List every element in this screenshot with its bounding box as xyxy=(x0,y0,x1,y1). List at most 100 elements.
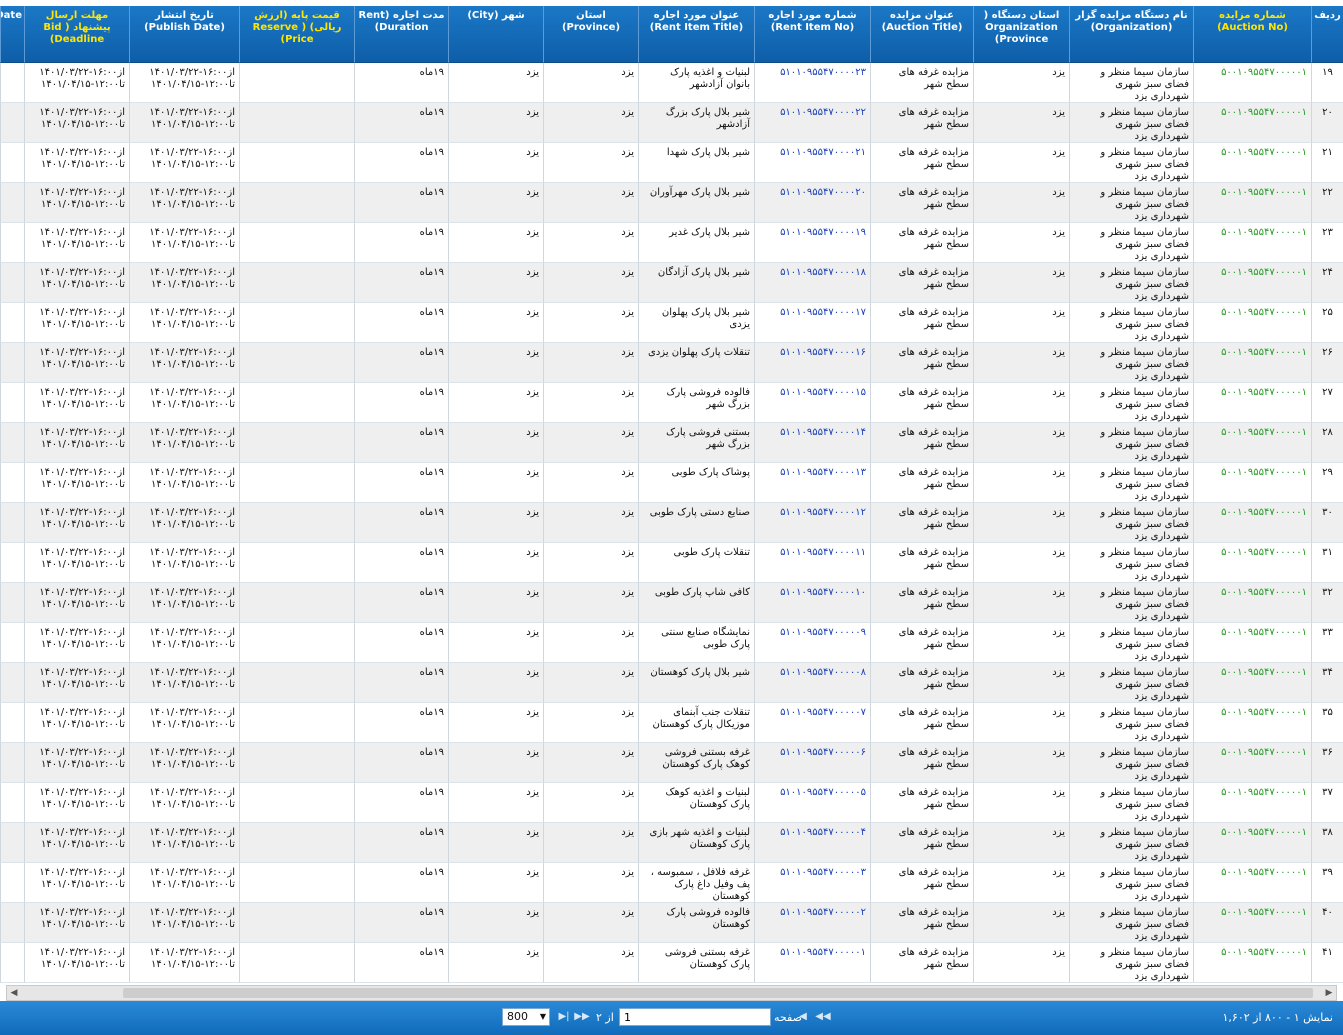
table-row[interactable]: ۲۸ ۵۰۰۱۰۹۵۵۴۷۰۰۰۰۰۱ سازمان سیما منظر و فضا… xyxy=(0,423,1343,463)
column-header-item-no[interactable]: شماره مورد اجاره (Rent Item No) xyxy=(754,6,870,63)
table-row[interactable]: ۲۵ ۵۰۰۱۰۹۵۵۴۷۰۰۰۰۰۱ سازمان سیما منظر و فضا… xyxy=(0,303,1343,343)
table-row[interactable]: ۳۲ ۵۰۰۱۰۹۵۵۴۷۰۰۰۰۰۱ سازمان سیما منظر و فضا… xyxy=(0,583,1343,623)
table-row[interactable]: ۲۱ ۵۰۰۱۰۹۵۵۴۷۰۰۰۰۰۱ سازمان سیما منظر و فضا… xyxy=(0,143,1343,183)
table-row[interactable]: ۳۸ ۵۰۰۱۰۹۵۵۴۷۰۰۰۰۰۱ سازمان سیما منظر و فضا… xyxy=(0,823,1343,863)
auction-number-link[interactable]: ۵۰۰۱۰۹۵۵۴۷۰۰۰۰۰۱ xyxy=(1193,183,1311,223)
auction-number-link[interactable]: ۵۰۰۱۰۹۵۵۴۷۰۰۰۰۰۱ xyxy=(1193,463,1311,503)
rent-item-number-link[interactable]: ۵۱۰۱۰۹۵۵۴۷۰۰۰۰۰۷ xyxy=(754,703,870,743)
auction-number-link[interactable]: ۵۰۰۱۰۹۵۵۴۷۰۰۰۰۰۱ xyxy=(1193,743,1311,783)
rent-item-number-link[interactable]: ۵۱۰۱۰۹۵۵۴۷۰۰۰۰۱۷ xyxy=(754,303,870,343)
page-size-select[interactable]: 800 ▼ xyxy=(502,1008,550,1026)
rent-item-number-link[interactable]: ۵۱۰۱۰۹۵۵۴۷۰۰۰۰۲۳ xyxy=(754,63,870,103)
column-header-rowno[interactable]: ردیف xyxy=(1311,6,1343,63)
rent-item-number-link[interactable]: ۵۱۰۱۰۹۵۵۴۷۰۰۰۰۱۰ xyxy=(754,583,870,623)
column-header-price[interactable]: قیمت پایه (ارزش ریالی) ( Reserve (Price xyxy=(239,6,354,63)
rent-item-number-link[interactable]: ۵۱۰۱۰۹۵۵۴۷۰۰۰۰۰۳ xyxy=(754,863,870,903)
auction-number-link[interactable]: ۵۰۰۱۰۹۵۵۴۷۰۰۰۰۰۱ xyxy=(1193,103,1311,143)
rent-item-number-link[interactable]: ۵۱۰۱۰۹۵۵۴۷۰۰۰۰۰۱ xyxy=(754,943,870,983)
auction-number-link[interactable]: ۵۰۰۱۰۹۵۵۴۷۰۰۰۰۰۱ xyxy=(1193,423,1311,463)
organization-cell: سازمان سیما منظر و فضای سبز شهری شهرداری… xyxy=(1069,423,1193,463)
column-header-province[interactable]: استان (Province) xyxy=(543,6,638,63)
city-cell: یزد xyxy=(448,263,543,303)
rent-duration-cell: ۱۹ماه xyxy=(354,343,448,383)
table-row[interactable]: ۳۱ ۵۰۰۱۰۹۵۵۴۷۰۰۰۰۰۱ سازمان سیما منظر و فضا… xyxy=(0,543,1343,583)
auction-number-link[interactable]: ۵۰۰۱۰۹۵۵۴۷۰۰۰۰۰۱ xyxy=(1193,223,1311,263)
table-row[interactable]: ۳۳ ۵۰۰۱۰۹۵۵۴۷۰۰۰۰۰۱ سازمان سیما منظر و فضا… xyxy=(0,623,1343,663)
table-row[interactable]: ۳۰ ۵۰۰۱۰۹۵۵۴۷۰۰۰۰۰۱ سازمان سیما منظر و فضا… xyxy=(0,503,1343,543)
rent-item-title-cell: تنقلات جنب آبنمای موزیکال پارک کوهستان xyxy=(638,703,754,743)
scroll-right-icon[interactable]: ▶ xyxy=(1322,986,1336,1000)
auction-number-link[interactable]: ۵۰۰۱۰۹۵۵۴۷۰۰۰۰۰۱ xyxy=(1193,263,1311,303)
horizontal-scrollbar[interactable]: ◀ ▶ xyxy=(6,985,1337,1001)
rent-item-number-link[interactable]: ۵۱۰۱۰۹۵۵۴۷۰۰۰۰۰۲ xyxy=(754,903,870,943)
auction-number-link[interactable]: ۵۰۰۱۰۹۵۵۴۷۰۰۰۰۰۱ xyxy=(1193,383,1311,423)
table-row[interactable]: ۳۴ ۵۰۰۱۰۹۵۵۴۷۰۰۰۰۰۱ سازمان سیما منظر و فضا… xyxy=(0,663,1343,703)
auction-number-link[interactable]: ۵۰۰۱۰۹۵۵۴۷۰۰۰۰۰۱ xyxy=(1193,823,1311,863)
auction-number-link[interactable]: ۵۰۰۱۰۹۵۵۴۷۰۰۰۰۰۱ xyxy=(1193,623,1311,663)
table-row[interactable]: ۲۶ ۵۰۰۱۰۹۵۵۴۷۰۰۰۰۰۱ سازمان سیما منظر و فضا… xyxy=(0,343,1343,383)
auction-number-link[interactable]: ۵۰۰۱۰۹۵۵۴۷۰۰۰۰۰۱ xyxy=(1193,863,1311,903)
table-row[interactable]: ۲۰ ۵۰۰۱۰۹۵۵۴۷۰۰۰۰۰۱ سازمان سیما منظر و فضا… xyxy=(0,103,1343,143)
rent-item-number-link[interactable]: ۵۱۰۱۰۹۵۵۴۷۰۰۰۰۲۱ xyxy=(754,143,870,183)
column-header-auction-no[interactable]: شماره مزایده (Auction No) xyxy=(1193,6,1311,63)
table-row[interactable]: ۳۵ ۵۰۰۱۰۹۵۵۴۷۰۰۰۰۰۱ سازمان سیما منظر و فضا… xyxy=(0,703,1343,743)
column-header-deadline[interactable]: مهلت ارسال پیشنهاد ( Bid (Deadline xyxy=(24,6,129,63)
deadline-to: تا۱۲:۰۰-۱۴۰۱/۰۴/۱۵ xyxy=(40,959,125,970)
auction-number-link[interactable]: ۵۰۰۱۰۹۵۵۴۷۰۰۰۰۰۱ xyxy=(1193,143,1311,183)
rent-item-number-link[interactable]: ۵۱۰۱۰۹۵۵۴۷۰۰۰۰۰۴ xyxy=(754,823,870,863)
scroll-left-icon[interactable]: ◀ xyxy=(7,986,21,1000)
last-page-icon[interactable]: ▶| xyxy=(556,1009,572,1025)
rent-item-number-link[interactable]: ۵۱۰۱۰۹۵۵۴۷۰۰۰۰۱۱ xyxy=(754,543,870,583)
table-row[interactable]: ۴۱ ۵۰۰۱۰۹۵۵۴۷۰۰۰۰۰۱ سازمان سیما منظر و فضا… xyxy=(0,943,1343,983)
auction-number-link[interactable]: ۵۰۰۱۰۹۵۵۴۷۰۰۰۰۰۱ xyxy=(1193,943,1311,983)
rent-item-number-link[interactable]: ۵۱۰۱۰۹۵۵۴۷۰۰۰۰۲۲ xyxy=(754,103,870,143)
auction-number-link[interactable]: ۵۰۰۱۰۹۵۵۴۷۰۰۰۰۰۱ xyxy=(1193,303,1311,343)
column-header-duration[interactable]: مدت اجاره (Rent Duration) xyxy=(354,6,448,63)
first-page-icon[interactable]: ◀◀ xyxy=(815,1009,831,1025)
scrollbar-thumb[interactable] xyxy=(123,988,1313,998)
column-header-publish[interactable]: تاریخ انتشار (Publish Date) xyxy=(129,6,239,63)
table-row[interactable]: ۲۴ ۵۰۰۱۰۹۵۵۴۷۰۰۰۰۰۱ سازمان سیما منظر و فضا… xyxy=(0,263,1343,303)
auction-number-link[interactable]: ۵۰۰۱۰۹۵۵۴۷۰۰۰۰۰۱ xyxy=(1193,663,1311,703)
column-header-item-title[interactable]: عنوان مورد اجاره (Rent Item Title) xyxy=(638,6,754,63)
rent-item-number-link[interactable]: ۵۱۰۱۰۹۵۵۴۷۰۰۰۰۲۰ xyxy=(754,183,870,223)
publish-date-cell: از۱۶:۰۰-۱۴۰۱/۰۳/۲۲ تا۱۲:۰۰-۱۴۰۱/۰۴/۱۵ xyxy=(129,423,239,463)
column-header-city[interactable]: شهر (City) xyxy=(448,6,543,63)
auction-number-link[interactable]: ۵۰۰۱۰۹۵۵۴۷۰۰۰۰۰۱ xyxy=(1193,543,1311,583)
auction-number-link[interactable]: ۵۰۰۱۰۹۵۵۴۷۰۰۰۰۰۱ xyxy=(1193,583,1311,623)
rent-item-number-link[interactable]: ۵۱۰۱۰۹۵۵۴۷۰۰۰۰۰۵ xyxy=(754,783,870,823)
row-number: ۲۴ xyxy=(1311,263,1343,303)
column-header-province-org[interactable]: استان دستگاه ( Organization (Province xyxy=(973,6,1069,63)
auction-number-link[interactable]: ۵۰۰۱۰۹۵۵۴۷۰۰۰۰۰۱ xyxy=(1193,903,1311,943)
column-header-auction-title[interactable]: عنوان مزایده (Auction Title) xyxy=(870,6,973,63)
table-row[interactable]: ۴۰ ۵۰۰۱۰۹۵۵۴۷۰۰۰۰۰۱ سازمان سیما منظر و فضا… xyxy=(0,903,1343,943)
table-row[interactable]: ۱۹ ۵۰۰۱۰۹۵۵۴۷۰۰۰۰۰۱ سازمان سیما منظر و فضا… xyxy=(0,63,1343,103)
page-number-input[interactable] xyxy=(619,1008,771,1026)
table-row[interactable]: ۳۷ ۵۰۰۱۰۹۵۵۴۷۰۰۰۰۰۱ سازمان سیما منظر و فضا… xyxy=(0,783,1343,823)
rent-item-number-link[interactable]: ۵۱۰۱۰۹۵۵۴۷۰۰۰۰۰۹ xyxy=(754,623,870,663)
column-header-org[interactable]: نام دستگاه مزایده گزار (Organization) xyxy=(1069,6,1193,63)
rent-item-number-link[interactable]: ۵۱۰۱۰۹۵۵۴۷۰۰۰۰۱۳ xyxy=(754,463,870,503)
auction-number-link[interactable]: ۵۰۰۱۰۹۵۵۴۷۰۰۰۰۰۱ xyxy=(1193,503,1311,543)
auction-number-link[interactable]: ۵۰۰۱۰۹۵۵۴۷۰۰۰۰۰۱ xyxy=(1193,63,1311,103)
auction-number-link[interactable]: ۵۰۰۱۰۹۵۵۴۷۰۰۰۰۰۱ xyxy=(1193,783,1311,823)
rent-item-number-link[interactable]: ۵۱۰۱۰۹۵۵۴۷۰۰۰۰۰۸ xyxy=(754,663,870,703)
auction-number-link[interactable]: ۵۰۰۱۰۹۵۵۴۷۰۰۰۰۰۱ xyxy=(1193,703,1311,743)
auction-number-link[interactable]: ۵۰۰۱۰۹۵۵۴۷۰۰۰۰۰۱ xyxy=(1193,343,1311,383)
next-page-icon[interactable]: ▶▶ xyxy=(574,1009,590,1025)
rent-item-number-link[interactable]: ۵۱۰۱۰۹۵۵۴۷۰۰۰۰۱۴ xyxy=(754,423,870,463)
rent-item-number-link[interactable]: ۵۱۰۱۰۹۵۵۴۷۰۰۰۰۱۸ xyxy=(754,263,870,303)
table-row[interactable]: ۲۳ ۵۰۰۱۰۹۵۵۴۷۰۰۰۰۰۱ سازمان سیما منظر و فضا… xyxy=(0,223,1343,263)
rent-item-number-link[interactable]: ۵۱۰۱۰۹۵۵۴۷۰۰۰۰۱۶ xyxy=(754,343,870,383)
rent-item-number-link[interactable]: ۵۱۰۱۰۹۵۵۴۷۰۰۰۰۱۹ xyxy=(754,223,870,263)
column-header-extra[interactable]: Date xyxy=(0,6,24,63)
table-row[interactable]: ۲۷ ۵۰۰۱۰۹۵۵۴۷۰۰۰۰۰۱ سازمان سیما منظر و فضا… xyxy=(0,383,1343,423)
rent-item-number-link[interactable]: ۵۱۰۱۰۹۵۵۴۷۰۰۰۰۱۵ xyxy=(754,383,870,423)
table-row[interactable]: ۲۲ ۵۰۰۱۰۹۵۵۴۷۰۰۰۰۰۱ سازمان سیما منظر و فضا… xyxy=(0,183,1343,223)
city-cell: یزد xyxy=(448,303,543,343)
table-row[interactable]: ۳۶ ۵۰۰۱۰۹۵۵۴۷۰۰۰۰۰۱ سازمان سیما منظر و فضا… xyxy=(0,743,1343,783)
rent-item-number-link[interactable]: ۵۱۰۱۰۹۵۵۴۷۰۰۰۰۰۶ xyxy=(754,743,870,783)
table-row[interactable]: ۳۹ ۵۰۰۱۰۹۵۵۴۷۰۰۰۰۰۱ سازمان سیما منظر و فضا… xyxy=(0,863,1343,903)
table-row[interactable]: ۲۹ ۵۰۰۱۰۹۵۵۴۷۰۰۰۰۰۱ سازمان سیما منظر و فضا… xyxy=(0,463,1343,503)
rent-item-number-link[interactable]: ۵۱۰۱۰۹۵۵۴۷۰۰۰۰۱۲ xyxy=(754,503,870,543)
